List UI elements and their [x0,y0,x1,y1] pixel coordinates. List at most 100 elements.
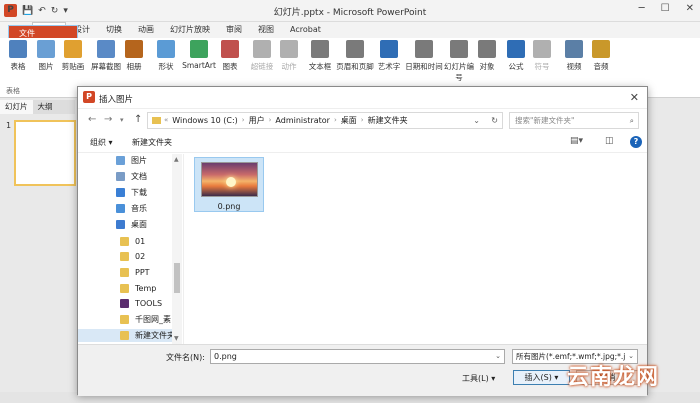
scroll-down-icon[interactable]: ▼ [174,335,179,342]
tree-item-tools[interactable]: TOOLS [120,297,162,310]
breadcrumb-desktop[interactable]: 桌面 [341,113,357,128]
picture-icon [37,40,55,58]
album-icon [125,40,143,58]
scrollbar-thumb[interactable] [174,263,180,293]
close-icon[interactable]: ✕ [630,91,639,104]
dialog-toolbar: 组织 ▾ 新建文件夹 ▤▾ ◫ ? [78,133,647,153]
tab-slides[interactable]: 幻灯片 [0,100,33,114]
folder-icon [120,299,129,308]
ribbon-tabs: 文件 开始 插入 设计 切换 动画 幻灯片放映 审阅 视图 Acrobat [0,22,700,80]
back-icon[interactable]: ← [88,114,96,125]
tab-animations[interactable]: 动画 [130,22,162,38]
filename-field[interactable]: 0.png ⌄ [210,349,505,364]
ribbon-button-datetime[interactable]: 日期和时间 [402,40,446,72]
music-folder-icon [116,204,125,213]
clipart-icon [64,40,82,58]
breadcrumb-drive[interactable]: Windows 10 (C:) [172,113,238,128]
slide-pane-tabs: 幻灯片 大纲 [0,100,75,114]
chevron-icon: › [268,116,272,124]
close-icon[interactable]: ✕ [686,3,694,14]
downloads-folder-icon [116,188,125,197]
tree-item-new-folder[interactable]: 新建文件夹 [78,329,182,342]
smartart-icon [190,40,208,58]
action-icon [280,40,298,58]
tab-view[interactable]: 视图 [250,22,282,38]
file-name: 0.png [217,202,241,211]
tree-item-music[interactable]: 音乐 [116,202,147,215]
hyperlink-icon [253,40,271,58]
wordart-icon [380,40,398,58]
tree-item-downloads[interactable]: 下载 [116,186,147,199]
folder-icon [120,252,129,261]
tree-scrollbar[interactable]: ▲ ▼ [172,154,182,344]
object-icon [478,40,496,58]
file-item[interactable]: 0.png [194,157,264,212]
view-options-icon[interactable]: ▤▾ [570,136,583,146]
refresh-icon[interactable]: ↻ [491,113,498,128]
ribbon-button-album[interactable]: 相册 [116,40,152,72]
chevron-icon: › [360,116,364,124]
ribbon-button-symbol[interactable]: 符号 [524,40,560,72]
watermark-logo: 云南龙网 [567,364,660,390]
folder-icon [120,284,129,293]
search-placeholder: 搜索"新建文件夹" [515,116,575,125]
tab-review[interactable]: 审阅 [218,22,250,38]
tab-acrobat[interactable]: Acrobat [282,22,329,38]
breadcrumb-users[interactable]: 用户 [249,113,265,128]
slide-thumbnail[interactable] [14,120,76,186]
dialog-title-bar: P 插入图片 ✕ [78,87,647,109]
dialog-title: 插入图片 [99,95,134,105]
recent-locations-icon[interactable]: ▾ [120,116,124,124]
tab-slideshow[interactable]: 幻灯片放映 [162,22,218,38]
header-footer-icon [346,40,364,58]
preview-pane-icon[interactable]: ◫ [605,136,614,146]
group-label-tables: 表格 [6,87,20,95]
chevron-down-icon[interactable]: ⌄ [495,350,501,363]
chevron-icon: › [333,116,337,124]
breadcrumb-new-folder[interactable]: 新建文件夹 [368,113,408,128]
title-bar: P 💾 ↶ ↻ ▾ 幻灯片.pptx - Microsoft PowerPoin… [0,0,700,22]
folder-icon [120,237,129,246]
ribbon-button-chart[interactable]: 图表 [212,40,248,72]
help-icon[interactable]: ? [630,136,642,148]
tree-item-ppt[interactable]: PPT [120,266,150,279]
folder-icon [120,331,129,340]
equation-icon [507,40,525,58]
datetime-icon [415,40,433,58]
navigation-row: ← → ▾ ↑ « Windows 10 (C:) › 用户 › Adminis… [78,109,647,131]
chevron-down-icon[interactable]: ⌄ [473,113,480,128]
address-bar[interactable]: « Windows 10 (C:) › 用户 › Administrator ›… [147,112,503,129]
insert-button[interactable]: 插入(S) ▾ [513,370,570,385]
folder-icon [120,268,129,277]
tree-item-documents[interactable]: 文档 [116,170,147,183]
maximize-icon[interactable]: ☐ [661,3,670,14]
tree-item-desktop[interactable]: 桌面 [116,218,147,231]
organize-button[interactable]: 组织 ▾ [90,137,113,148]
search-input[interactable]: 搜索"新建文件夹" ⌕ [509,112,639,129]
breadcrumb-administrator[interactable]: Administrator [275,113,330,128]
tree-item-temp[interactable]: Temp [120,282,156,295]
textbox-icon [311,40,329,58]
image-thumbnail [201,162,258,197]
ribbon-button-audio[interactable]: 音频 [583,40,619,72]
tab-outline[interactable]: 大纲 [33,100,58,114]
tree-item-02[interactable]: 02 [120,250,145,263]
navigation-tree: 图片 文档 下载 音乐 桌面 01 02 PPT Temp TOOLS 千图网_… [78,154,184,344]
table-icon [9,40,27,58]
scroll-up-icon[interactable]: ▲ [174,156,179,163]
documents-folder-icon [116,172,125,181]
tree-item-01[interactable]: 01 [120,235,145,248]
tree-item-qiantu[interactable]: 千图网_素 [120,313,171,326]
video-icon [565,40,583,58]
screenshot-icon [97,40,115,58]
up-folder-icon[interactable]: ↑ [134,114,142,125]
new-folder-button[interactable]: 新建文件夹 [132,137,172,148]
tools-button[interactable]: 工具(L) ▾ [462,373,495,384]
audio-icon [592,40,610,58]
forward-icon[interactable]: → [104,114,112,125]
tree-item-pictures[interactable]: 图片 [116,154,147,167]
slide-number-icon [450,40,468,58]
tab-transitions[interactable]: 切换 [98,22,130,38]
minimize-icon[interactable]: ─ [639,3,645,14]
filename-label: 文件名(N): [166,353,205,362]
